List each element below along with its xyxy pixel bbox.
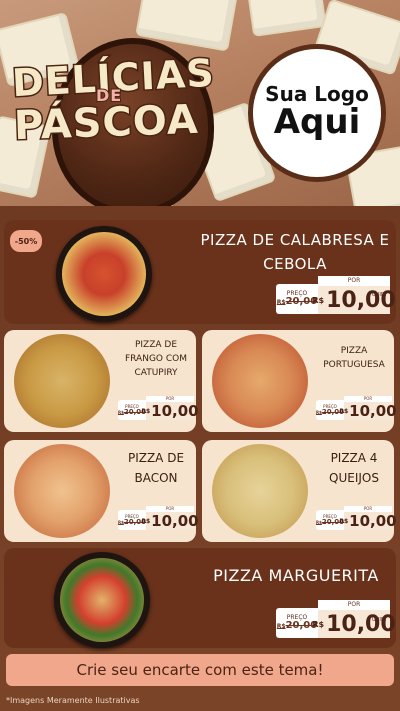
product-name: PIZZA PORTUGUESA xyxy=(323,346,385,370)
product-name: PIZZA 4 QUEIJOS xyxy=(329,451,379,485)
header: DELÍCIAS DE PÁSCOA Sua Logo Aqui xyxy=(0,0,400,215)
pizza-portuguesa-image xyxy=(212,334,308,428)
logo-text-line-2: Aqui xyxy=(273,102,361,143)
product-name: PIZZA MARGUERITA xyxy=(213,566,379,585)
unit-label: UNID. xyxy=(372,617,387,623)
new-price: 10,00 xyxy=(349,402,397,420)
pizza-frango-image xyxy=(14,334,110,428)
flyer: DELÍCIAS DE PÁSCOA Sua Logo Aqui PIZZA D… xyxy=(0,0,400,711)
currency: R$ xyxy=(312,295,325,305)
price-tag: PREÇO R$20,00 POR R$ 10,00 xyxy=(118,396,199,420)
cta-banner[interactable]: Crie seu encarte com este tema! xyxy=(6,654,394,686)
currency: R$ xyxy=(276,299,286,306)
product-name: PIZZA DE CALABRESA E CEBOLA xyxy=(200,231,390,273)
pizza-bacon-image xyxy=(14,444,110,538)
footnote: *Imagens Meramente Ilustrativas xyxy=(6,696,140,705)
por-label: POR xyxy=(318,276,390,286)
currency: R$ xyxy=(276,623,286,630)
currency: R$ xyxy=(339,517,349,525)
product-name: PIZZA DE FRANGO COM CATUPIRY xyxy=(124,340,187,378)
unit-label: UNID. xyxy=(372,292,387,298)
currency: R$ xyxy=(141,517,151,525)
logo-text-line-1: Sua Logo xyxy=(265,82,369,107)
product-name: PIZZA DE BACON xyxy=(127,451,185,485)
new-price: 10,00 xyxy=(151,512,199,530)
por-label: POR xyxy=(318,600,390,610)
currency: R$ xyxy=(141,407,151,415)
currency: R$ xyxy=(312,619,325,629)
price-tag: PREÇO R$20,00 POR R$ 10,00 xyxy=(118,506,199,530)
logo-placeholder: Sua Logo Aqui xyxy=(248,44,386,182)
price-tag: PREÇO R$20,00 POR R$ 10,00 xyxy=(316,396,397,420)
new-price: 10,00 xyxy=(349,512,397,530)
cta-text: Crie seu encarte com este tema! xyxy=(76,661,324,679)
new-price: 10,00 xyxy=(151,402,199,420)
chocolate-piece xyxy=(247,0,327,37)
discount-badge: -50% xyxy=(10,230,42,252)
title-line-2: PÁSCOA xyxy=(12,95,201,150)
currency: R$ xyxy=(339,407,349,415)
pizza-marguerita-image xyxy=(60,558,144,642)
new-price: 10,00 xyxy=(326,611,396,637)
pizza-calabresa-image xyxy=(62,232,146,316)
pizza-4-queijos-image xyxy=(212,444,308,538)
price-tag: PREÇO R$20,00 POR R$ 10,00 xyxy=(316,506,397,530)
